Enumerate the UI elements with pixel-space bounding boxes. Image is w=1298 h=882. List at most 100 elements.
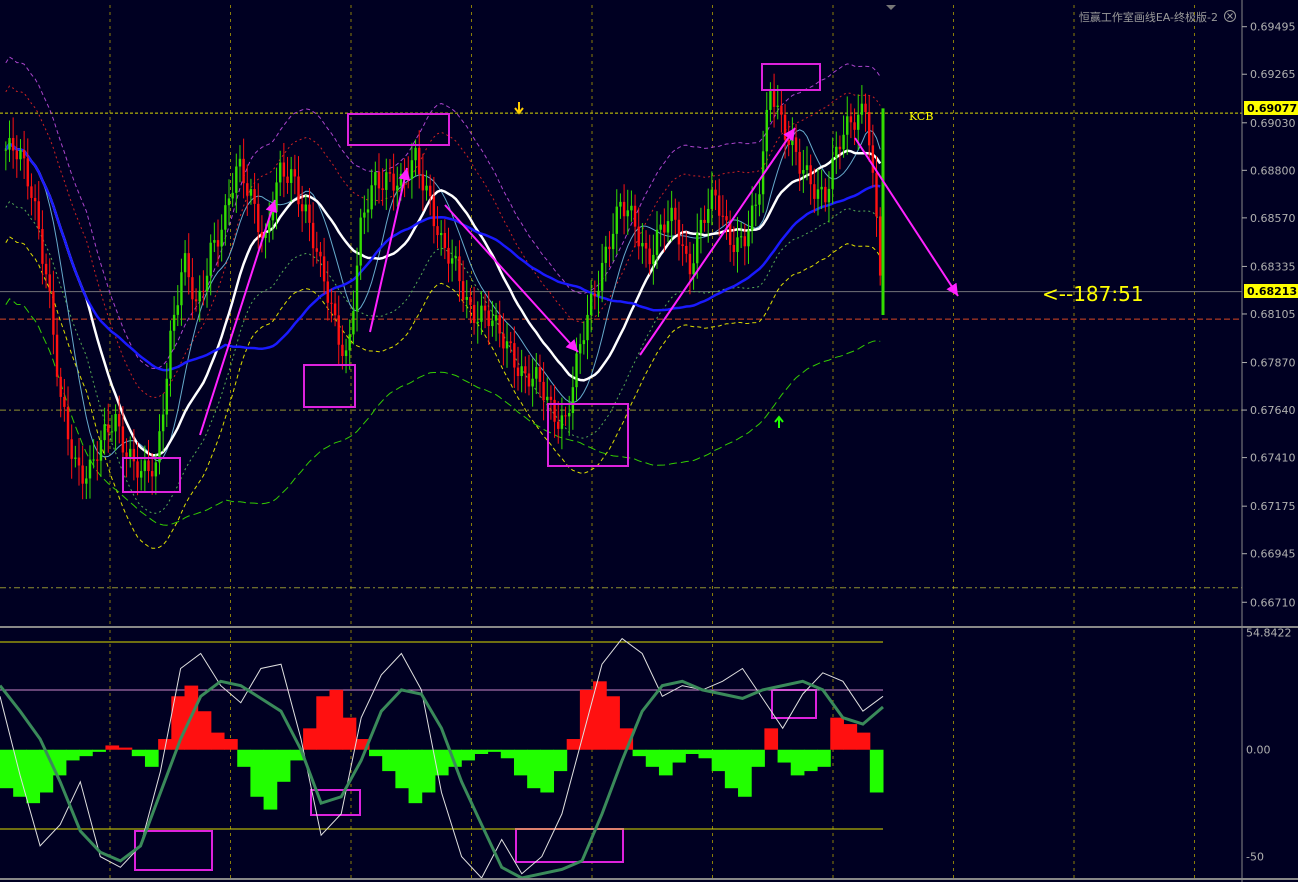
histogram-bar	[658, 749, 673, 776]
candle-body	[118, 414, 121, 427]
candle-body	[224, 205, 227, 230]
candle-body	[418, 147, 421, 175]
histogram-bar	[606, 696, 620, 750]
candle-body	[70, 439, 73, 459]
histogram-bar	[698, 749, 713, 759]
histogram-bar	[566, 739, 581, 750]
candle-body	[183, 253, 187, 273]
candle-body	[26, 158, 29, 187]
current-price-tag: 0.69077	[1244, 101, 1298, 115]
histogram-bar	[421, 749, 436, 793]
candle-body	[681, 244, 684, 246]
histogram-bar	[461, 749, 475, 761]
candle-body	[202, 290, 205, 292]
candle-body	[637, 226, 640, 247]
bid-price-tag: 0.68213	[1244, 284, 1298, 298]
candle-body	[275, 182, 278, 213]
histogram-bar	[500, 749, 515, 759]
candle-body	[154, 462, 158, 477]
candle-body	[114, 414, 117, 432]
candle-body	[352, 311, 355, 335]
candle-body	[593, 293, 597, 297]
candle-body	[74, 457, 77, 459]
candle-body	[30, 186, 33, 198]
candle-body	[696, 233, 699, 264]
candle-body	[853, 122, 856, 130]
candle-body	[630, 205, 633, 211]
candle-body	[685, 245, 688, 254]
candle-body	[355, 265, 359, 312]
candle-body	[820, 186, 823, 190]
candle-body	[447, 247, 450, 264]
candle-body	[509, 341, 512, 344]
candle-body	[659, 224, 662, 230]
candle-body	[359, 217, 362, 266]
candle-body	[538, 367, 542, 382]
candle-body	[99, 440, 103, 461]
candle-body	[139, 471, 143, 478]
candle-body	[121, 426, 125, 453]
candle-body	[626, 210, 629, 217]
candle-body	[549, 396, 553, 400]
candle-body	[161, 414, 165, 432]
candle-body	[231, 192, 234, 199]
y-tick-label: 0.68570	[1250, 212, 1296, 225]
candle-body	[663, 224, 666, 233]
candle-body	[242, 158, 245, 184]
y-tick-label: 0.66710	[1250, 596, 1296, 609]
candle-body	[846, 116, 849, 135]
histogram-bar	[711, 749, 726, 772]
candle-body	[461, 281, 465, 300]
histogram-bar	[39, 749, 54, 793]
candle-body	[674, 207, 677, 220]
candle-body	[465, 297, 468, 300]
candle-body	[81, 465, 84, 484]
candle-body	[15, 150, 19, 160]
candle-body	[615, 206, 618, 234]
candle-body	[311, 222, 315, 249]
candle-body	[838, 146, 842, 150]
sub-y-tick-label: 0.00	[1246, 744, 1271, 757]
candle-body	[220, 229, 223, 247]
candle-body	[293, 169, 297, 177]
candle-body	[542, 381, 545, 401]
histogram-bar	[869, 749, 884, 793]
candle-body	[644, 242, 648, 249]
candle-body	[831, 158, 834, 189]
candle-body	[860, 103, 864, 115]
candle-body	[699, 219, 703, 234]
candle-body	[344, 350, 348, 357]
candle-body	[739, 236, 743, 238]
candle-body	[791, 137, 794, 146]
candle-body	[348, 334, 351, 351]
candle-body	[385, 172, 388, 190]
candle-body	[107, 424, 110, 433]
histogram-bar	[685, 749, 699, 754]
candle-body	[399, 173, 403, 186]
y-tick-label: 0.69030	[1250, 117, 1296, 130]
candle-body	[586, 314, 589, 341]
candle-body	[66, 406, 70, 440]
histogram-bar	[369, 749, 383, 757]
candle-body	[498, 315, 501, 334]
candle-body	[750, 205, 754, 231]
candle-body	[194, 299, 198, 302]
candle-body	[48, 274, 51, 292]
candle-body	[787, 139, 790, 146]
histogram-bar	[263, 749, 278, 810]
candle-body	[407, 176, 410, 180]
candle-body	[88, 459, 92, 479]
candle-body	[129, 448, 132, 457]
candle-body	[44, 263, 48, 275]
candle-body	[718, 195, 721, 216]
candle-body	[864, 103, 867, 113]
trading-chart[interactable]: 0.69495 0.69265 0.69030 0.68800 0.68570 0.683…	[0, 0, 1298, 882]
candle-body	[794, 137, 798, 152]
candle-body	[279, 162, 282, 183]
candle-body	[827, 188, 831, 203]
bar-timer-label: <--187:51	[1042, 282, 1144, 306]
candle-body	[780, 105, 783, 115]
candle-body	[235, 166, 238, 193]
y-tick-label: 0.67175	[1250, 500, 1296, 513]
candle-body	[487, 310, 490, 327]
